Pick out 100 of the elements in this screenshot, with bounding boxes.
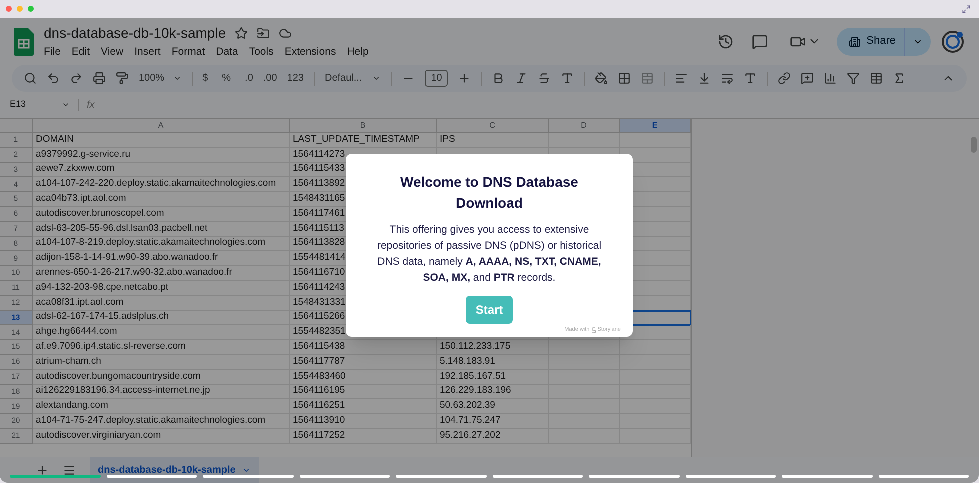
table-cell bbox=[549, 340, 620, 355]
table-cell: autodiscover.virginiaryan.com bbox=[33, 428, 290, 444]
table-cell: arennes-650-1-26-217.w90-32.abo.wanadoo.fr bbox=[33, 266, 290, 281]
column-header[interactable]: B bbox=[290, 119, 437, 133]
link-icon[interactable] bbox=[778, 72, 792, 85]
menu-item[interactable]: Data bbox=[216, 44, 238, 60]
document-title[interactable]: dns-database-db-10k-sample bbox=[44, 22, 226, 44]
table-cell: a9379992.g-service.ru bbox=[33, 148, 290, 163]
decrease-decimal-button[interactable]: .0 bbox=[245, 71, 254, 86]
table-cell: a104-107-8-219.deploy.static.akamaitechnologies.com bbox=[33, 236, 290, 252]
zoom-dropdown[interactable]: 100% bbox=[139, 71, 182, 86]
avatar-icon[interactable] bbox=[941, 30, 965, 54]
italic-icon[interactable] bbox=[515, 72, 528, 85]
table-cell: adsl-63-205-55-96.dsl.lsan03.pacbell.net bbox=[33, 222, 290, 237]
column-header[interactable]: C bbox=[437, 119, 549, 133]
table-cell: 104.71.75.247 bbox=[437, 414, 549, 429]
table-cell: 1554483460 bbox=[290, 370, 437, 385]
add-comment-icon[interactable] bbox=[801, 72, 814, 85]
history-icon[interactable] bbox=[718, 34, 734, 50]
table-cell: a104-107-242-220.deploy.static.akamaitechnologies.com bbox=[33, 177, 290, 192]
table-cell: aca04b73.ipt.aol.com bbox=[33, 192, 290, 207]
table-cell: adijon-158-1-14-91.w90-39.abo.wanadoo.fr bbox=[33, 251, 290, 266]
column-header[interactable]: A bbox=[33, 119, 290, 133]
fill-color-icon[interactable] bbox=[595, 72, 608, 85]
table-cell: IPS bbox=[437, 133, 549, 148]
storylane-logo-icon bbox=[592, 326, 596, 334]
table-cell: aewe7.zkxww.com bbox=[33, 162, 290, 178]
filter-icon[interactable] bbox=[847, 72, 860, 85]
caret-icon bbox=[172, 74, 182, 83]
table-icon[interactable] bbox=[870, 72, 884, 85]
text-rotation-icon[interactable] bbox=[744, 72, 758, 85]
table-cell: a94-132-203-98.cpe.netcabo.pt bbox=[33, 280, 290, 296]
table-cell: aca08f31.ipt.aol.com bbox=[33, 296, 290, 311]
menu-item[interactable]: Extensions bbox=[284, 44, 336, 60]
column-header[interactable]: E bbox=[620, 119, 691, 133]
increase-decimal-button[interactable]: .00 bbox=[263, 71, 278, 86]
function-label: fx bbox=[87, 98, 95, 112]
table-cell: 50.63.202.39 bbox=[437, 399, 549, 414]
fullscreen-icon[interactable] bbox=[962, 4, 971, 14]
table-cell: alextandang.com bbox=[33, 399, 290, 414]
table-cell: 5.148.183.91 bbox=[437, 354, 549, 370]
cloud-icon[interactable] bbox=[279, 26, 292, 40]
table-cell: 1564117787 bbox=[290, 354, 437, 370]
table-cell: autodiscover.brunoscopel.com bbox=[33, 206, 290, 222]
bold-icon[interactable] bbox=[492, 72, 506, 85]
text-color-icon[interactable] bbox=[561, 72, 574, 85]
table-cell: adsl-62-167-174-15.adslplus.ch bbox=[33, 310, 290, 326]
number-format-button[interactable]: 123 bbox=[287, 71, 304, 86]
table-cell: 150.112.233.175 bbox=[437, 340, 549, 355]
align-icon[interactable] bbox=[675, 72, 688, 85]
table-cell: ai126229183196.34.access-internet.ne.jp bbox=[33, 384, 290, 400]
move-folder-icon[interactable] bbox=[257, 26, 270, 40]
font-size-field[interactable]: 10 bbox=[425, 70, 448, 87]
menu-item[interactable]: File bbox=[44, 44, 61, 60]
borders-icon[interactable] bbox=[618, 72, 632, 85]
paint-format-icon[interactable] bbox=[116, 72, 129, 85]
menu-item[interactable]: View bbox=[101, 44, 124, 60]
table-cell: ahge.hg66444.com bbox=[33, 325, 290, 340]
search-icon[interactable] bbox=[24, 72, 37, 85]
comment-icon[interactable] bbox=[752, 34, 768, 50]
name-box[interactable]: E13 bbox=[10, 98, 54, 112]
text-wrap-icon[interactable] bbox=[721, 72, 734, 85]
vertical-align-icon[interactable] bbox=[698, 72, 712, 85]
start-button[interactable]: Start bbox=[466, 296, 514, 324]
caret-icon[interactable] bbox=[62, 101, 70, 109]
table-cell: 1564116251 bbox=[290, 399, 437, 414]
menu-item[interactable]: Edit bbox=[72, 44, 90, 60]
table-cell: 192.185.167.51 bbox=[437, 370, 549, 385]
percent-format-button[interactable]: % bbox=[222, 71, 232, 86]
table-cell: 95.216.27.202 bbox=[437, 428, 549, 444]
currency-format-button[interactable]: $ bbox=[202, 71, 208, 86]
menu-item[interactable]: Help bbox=[347, 44, 369, 60]
undo-icon[interactable] bbox=[47, 72, 60, 85]
print-icon[interactable] bbox=[93, 72, 106, 85]
chart-icon[interactable] bbox=[824, 72, 838, 85]
plus-icon[interactable] bbox=[458, 72, 472, 85]
menu-item[interactable]: Format bbox=[172, 44, 206, 60]
table-cell: 1564116195 bbox=[290, 384, 437, 400]
table-cell: DOMAIN bbox=[33, 133, 290, 148]
spreadsheet-logo-icon[interactable] bbox=[14, 28, 34, 56]
table-cell: 126.229.183.196 bbox=[437, 384, 549, 400]
table-cell: 1564117252 bbox=[290, 428, 437, 444]
table-cell: a104-71-75-247.deploy.static.akamaitechnologies.com bbox=[33, 414, 290, 429]
table-cell: autodiscover.bungomacountryside.com bbox=[33, 370, 290, 385]
table-cell: af.e9.7096.ip4.static.sl-reverse.com bbox=[33, 340, 290, 355]
add-sheet-icon[interactable] bbox=[36, 464, 49, 476]
table-cell bbox=[549, 354, 620, 370]
caret-icon bbox=[372, 74, 382, 83]
all-sheets-icon[interactable] bbox=[63, 464, 76, 476]
star-icon[interactable] bbox=[235, 26, 248, 40]
table-cell: atrium-cham.ch bbox=[33, 354, 290, 370]
redo-icon[interactable] bbox=[70, 72, 83, 85]
strikethrough-icon[interactable] bbox=[538, 72, 552, 85]
font-dropdown[interactable]: Defaul... bbox=[324, 71, 382, 86]
menu-item[interactable]: Tools bbox=[249, 44, 274, 60]
menu-item[interactable]: Insert bbox=[134, 44, 161, 60]
table-cell: 1564113910 bbox=[290, 414, 437, 429]
sigma-icon[interactable] bbox=[893, 72, 906, 85]
table-cell: LAST_UPDATE_TIMESTAMP bbox=[290, 133, 437, 148]
scrollbar[interactable] bbox=[971, 137, 977, 153]
